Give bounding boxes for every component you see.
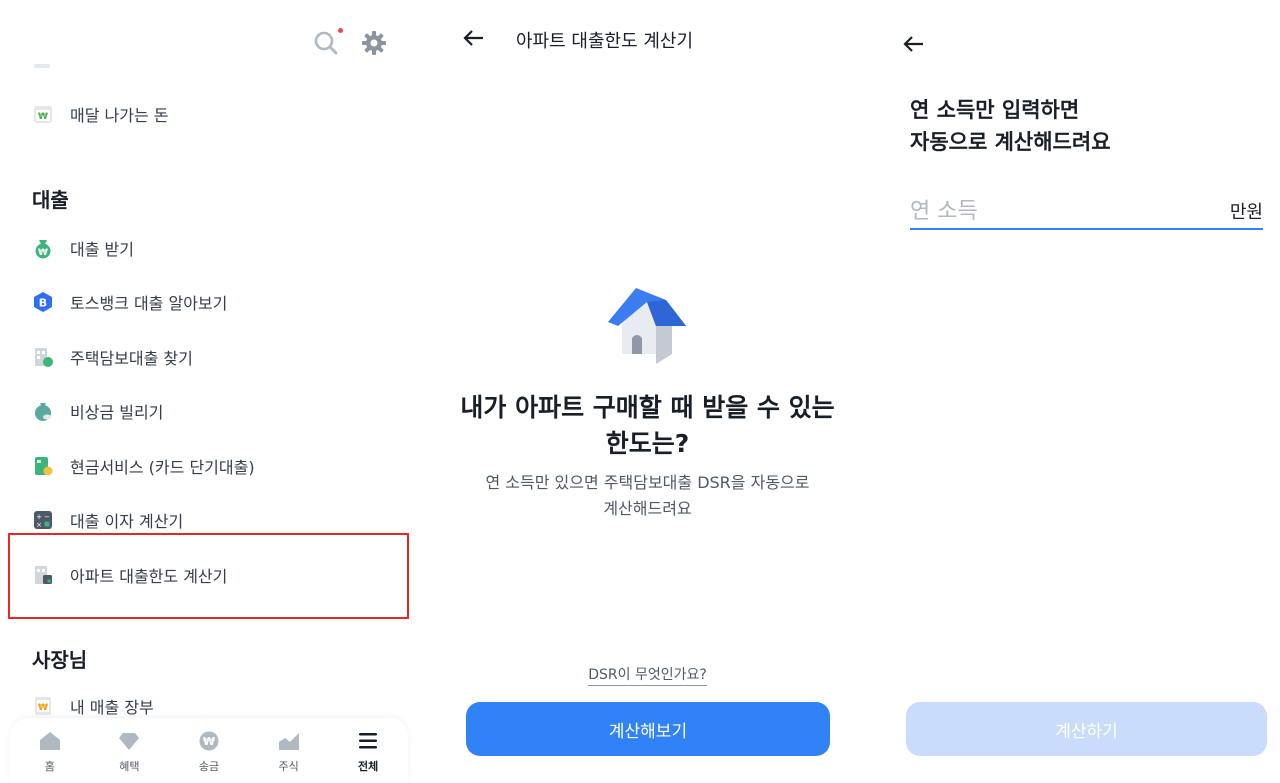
building-coin-icon: [32, 346, 54, 368]
description: 연 소득만 있으면 주택담보대출 DSR을 자동으로 계산해드려요: [440, 470, 855, 522]
svg-text:×: ×: [36, 521, 42, 529]
page-title: 아파트 대출한도 계산기: [516, 31, 694, 52]
svg-text:−: −: [44, 513, 50, 521]
nav-stocks[interactable]: 주식: [259, 731, 319, 774]
input-heading: 연 소득만 입력하면 자동으로 계산해드려요: [910, 94, 1111, 158]
heading-line: 연 소득만 입력하면: [910, 98, 1080, 122]
svg-text:+: +: [36, 513, 42, 521]
back-arrow-icon[interactable]: [462, 26, 486, 54]
menu-item-label: 대출 이자 계산기: [70, 512, 184, 531]
card-coin-icon: [32, 455, 54, 477]
svg-text:B: B: [39, 297, 47, 310]
description-line: 연 소득만 있으면 주택담보대출 DSR을 자동으로: [485, 473, 810, 492]
headline: 내가 아파트 구매할 때 받을 수 있는 한도는?: [440, 390, 855, 462]
all-menu-screen: ₩ 매달 나가는 돈 대출 ₩ 대출 받기 B 토스뱅크 대출 알아보기 주택담…: [0, 0, 420, 783]
tossbank-b-icon: B: [32, 291, 54, 313]
svg-text:₩: ₩: [38, 248, 48, 258]
annual-income-field: 만원: [910, 194, 1263, 230]
nav-label: 혜택: [119, 760, 140, 773]
heading-line: 자동으로 계산해드려요: [910, 130, 1111, 154]
ledger-won-icon: ₩: [32, 695, 54, 717]
coin-bag-icon: [32, 400, 54, 422]
menu-item-mortgage-search[interactable]: 주택담보대출 찾기: [32, 345, 193, 369]
gear-icon[interactable]: [361, 30, 387, 60]
headline-line: 한도는?: [605, 429, 690, 458]
notification-dot: [338, 28, 343, 33]
menu-item-emergency-fund[interactable]: 비상금 빌리기: [32, 399, 163, 423]
top-bar: 아파트 대출한도 계산기: [462, 26, 693, 54]
nav-transfer[interactable]: ₩ 송금: [179, 731, 239, 774]
diamond-icon: [118, 731, 140, 755]
headline-line: 내가 아파트 구매할 때 받을 수 있는: [460, 393, 835, 422]
menu-icon: [357, 731, 379, 755]
menu-item-label: 현금서비스 (카드 단기대출): [70, 458, 255, 477]
chart-icon: [278, 731, 300, 755]
menu-item-label: 매달 나가는 돈: [70, 106, 169, 125]
nav-label: 주식: [278, 760, 299, 773]
calculate-button[interactable]: 계산하기: [906, 702, 1267, 756]
search-icon[interactable]: [313, 28, 343, 56]
annual-income-input[interactable]: [910, 199, 1170, 224]
svg-text:₩: ₩: [38, 112, 48, 122]
home-icon: [39, 731, 61, 755]
house-icon: [604, 282, 690, 372]
menu-item-label: 내 매출 장부: [70, 698, 154, 717]
nav-label: 홈: [44, 760, 55, 773]
menu-item-tossbank-loan[interactable]: B 토스뱅크 대출 알아보기: [32, 290, 227, 314]
menu-item-label: 토스뱅크 대출 알아보기: [70, 294, 228, 313]
calculator-intro-screen: 아파트 대출한도 계산기 내가 아파트 구매할 때 받을 수 있는 한도는? 연…: [440, 0, 855, 783]
nav-home[interactable]: 홈: [20, 731, 80, 774]
calendar-won-icon: ₩: [32, 103, 54, 125]
money-bag-icon: ₩: [32, 237, 54, 259]
menu-item-loan-interest-calculator[interactable]: + − × 대출 이자 계산기: [32, 508, 183, 532]
menu-item-label: 주택담보대출 찾기: [70, 349, 193, 368]
back-arrow-icon[interactable]: [902, 32, 926, 60]
menu-item-monthly-spending[interactable]: ₩ 매달 나가는 돈: [32, 102, 169, 126]
menu-item-label: 비상금 빌리기: [70, 403, 164, 422]
income-input-screen: 연 소득만 입력하면 자동으로 계산해드려요 만원 계산하기: [880, 0, 1280, 783]
svg-text:₩: ₩: [203, 735, 215, 748]
nav-benefits[interactable]: 혜택: [99, 731, 159, 774]
section-title-loan: 대출: [32, 188, 69, 212]
dsr-help-link-text[interactable]: DSR이 무엇인가요?: [588, 667, 707, 686]
menu-item-get-loan[interactable]: ₩ 대출 받기: [32, 236, 134, 260]
svg-text:₩: ₩: [38, 703, 48, 713]
dsr-help-link[interactable]: DSR이 무엇인가요?: [440, 664, 855, 686]
nav-all[interactable]: 전체: [338, 731, 398, 774]
scrolled-item-remnant: [34, 64, 50, 68]
calculator-icon: + − ×: [32, 509, 54, 531]
description-line: 계산해드려요: [603, 499, 692, 518]
won-coin-icon: ₩: [198, 731, 220, 755]
unit-label: 만원: [1229, 202, 1263, 223]
nav-label: 송금: [198, 760, 220, 773]
bottom-navigation: 홈 혜택 ₩ 송금 주식 전체: [10, 718, 408, 783]
top-actions: [313, 28, 387, 60]
highlight-box: [8, 533, 409, 619]
nav-label: 전체: [358, 760, 379, 773]
menu-item-sales-ledger[interactable]: ₩ 내 매출 장부: [32, 694, 154, 718]
menu-item-cash-service[interactable]: 현금서비스 (카드 단기대출): [32, 454, 255, 478]
menu-item-label: 대출 받기: [70, 240, 134, 259]
calculate-start-button[interactable]: 계산해보기: [466, 702, 830, 756]
section-title-owner: 사장님: [32, 648, 88, 672]
